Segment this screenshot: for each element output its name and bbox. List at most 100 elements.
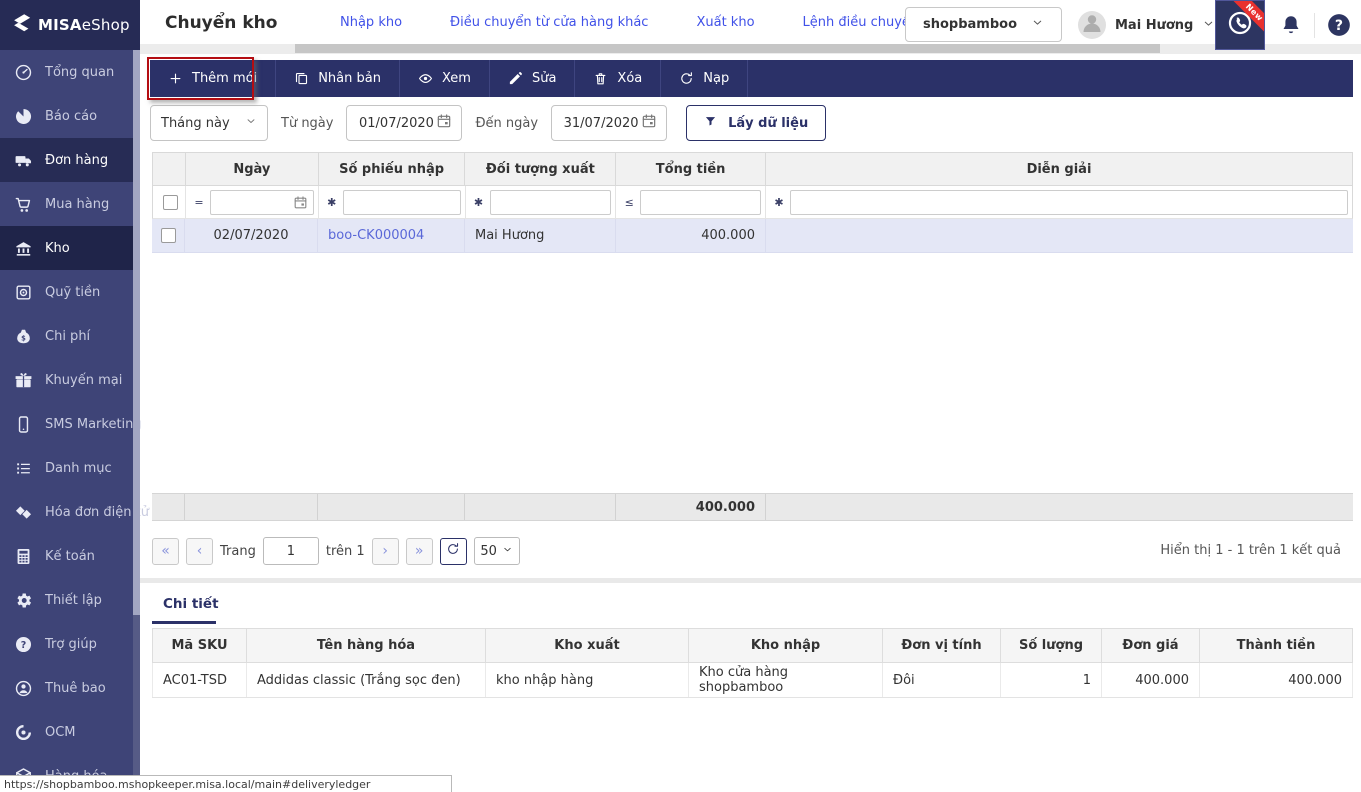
tab-xuat-kho[interactable]: Xuất kho xyxy=(696,15,754,30)
sidebar-scrollbar[interactable] xyxy=(133,50,140,792)
previous-page-button[interactable]: ‹ xyxy=(186,537,213,565)
brand-logo[interactable]: MISAeShop xyxy=(0,0,140,50)
sidebar-item-sms-marketing[interactable]: SMS Marketing xyxy=(0,402,142,446)
tab-nhap-kho[interactable]: Nhập kho xyxy=(340,15,402,30)
row-code: boo-CK000004 xyxy=(318,219,465,252)
pagination: « ‹ Trang 1 trên 1 › » 50 xyxy=(152,537,520,565)
purchase-icon xyxy=(15,197,31,212)
tabs-horizontal-scrollbar[interactable] xyxy=(140,44,1361,54)
first-page-button[interactable]: « xyxy=(152,537,179,565)
filter-input-3[interactable] xyxy=(640,189,762,215)
tab-dieu-chuyen-tu-cua-hang-khac[interactable]: Điều chuyển từ cửa hàng khác xyxy=(450,15,648,30)
avatar[interactable] xyxy=(1078,11,1106,39)
sua-button[interactable]: Sửa xyxy=(490,60,576,97)
sidebar-item-thue-bao[interactable]: Thuê bao xyxy=(0,666,140,710)
summary-cell xyxy=(465,494,616,520)
sidebar-item-quy-tien[interactable]: Quỹ tiền xyxy=(0,270,140,314)
sidebar-item-thiet-lap[interactable]: Thiết lập xyxy=(0,578,140,622)
calendar-icon[interactable] xyxy=(436,113,452,129)
page-number-input[interactable]: 1 xyxy=(262,537,319,565)
last-page-button[interactable]: » xyxy=(405,537,433,565)
calendar-icon[interactable] xyxy=(293,195,308,210)
page-size-select[interactable]: 50 xyxy=(473,537,520,565)
detail-column-header-1[interactable]: Tên hàng hóa xyxy=(247,629,486,662)
filter-operator[interactable]: ✱ xyxy=(327,196,337,209)
notifications-button[interactable] xyxy=(1279,13,1303,41)
chevron-down-icon xyxy=(1202,17,1215,34)
sidebar-item-tong-quan[interactable]: Tổng quan xyxy=(0,50,140,94)
detail-column-header-5[interactable]: Số lượng xyxy=(1001,629,1102,662)
sidebar-item-danh-muc[interactable]: Danh mục xyxy=(0,446,140,490)
filter-input-1[interactable] xyxy=(342,189,461,215)
detail-column-header-0[interactable]: Mã SKU xyxy=(152,629,247,662)
calendar-icon[interactable] xyxy=(436,113,452,133)
tabs-scrollbar-thumb[interactable] xyxy=(295,44,1160,53)
tab-lenh-dieu-chuyen[interactable]: Lệnh điều chuyển xyxy=(803,15,919,30)
xoa-button[interactable]: Xóa xyxy=(575,60,662,97)
column-header-4[interactable]: Diễn giải xyxy=(766,153,1352,185)
voucher-link[interactable]: boo-CK000004 xyxy=(328,228,424,243)
column-header-1[interactable]: Số phiếu nhập xyxy=(319,153,466,185)
filter-operator[interactable]: ✱ xyxy=(774,196,784,209)
ocm-icon xyxy=(15,724,32,740)
detail-column-header-3[interactable]: Kho nhập xyxy=(689,629,883,662)
sidebar-scrollbar-thumb[interactable] xyxy=(133,50,140,615)
nhan-ban-button[interactable]: Nhân bản xyxy=(276,60,400,97)
dashboard-icon xyxy=(15,64,32,80)
orders-table-row[interactable]: 02/07/2020 boo-CK000004 Mai Hương 400.000 xyxy=(152,219,1353,253)
filter-input-0[interactable] xyxy=(209,189,314,215)
detail-column-header-7[interactable]: Thành tiền xyxy=(1200,629,1353,662)
period-select[interactable]: Tháng này xyxy=(150,105,268,141)
sidebar-item-mua-hang[interactable]: Mua hàng xyxy=(0,182,140,226)
filter-operator[interactable]: ≤ xyxy=(624,196,634,209)
filter-cell-1: ✱ xyxy=(319,186,466,218)
select-all-checkbox[interactable] xyxy=(163,194,179,210)
filter-input-4[interactable] xyxy=(790,189,1348,215)
warehouse-icon xyxy=(16,241,31,256)
to-date-input[interactable]: 31/07/2020 xyxy=(551,105,668,141)
sidebar-item-ocm[interactable]: OCM xyxy=(0,710,140,754)
summary-cell xyxy=(185,494,318,520)
user-menu[interactable]: Mai Hương xyxy=(1115,17,1215,34)
sidebar-item-hoa-don-dien-tu[interactable]: Hóa đơn điện tử xyxy=(0,490,149,534)
person-icon xyxy=(1083,15,1101,32)
detail-column-header-2[interactable]: Kho xuất xyxy=(486,629,689,662)
sidebar-item-chi-phi[interactable]: $ Chi phí xyxy=(0,314,140,358)
help-button[interactable]: ? xyxy=(1326,12,1352,42)
them-moi-button[interactable]: Thêm mới xyxy=(150,60,277,97)
calendar-icon[interactable] xyxy=(641,113,657,129)
fetch-data-button[interactable]: Lấy dữ liệu xyxy=(686,105,827,141)
detail-column-header-6[interactable]: Đơn giá xyxy=(1102,629,1200,662)
calendar-icon[interactable] xyxy=(641,113,657,133)
period-select-value: Tháng này xyxy=(161,115,230,131)
column-header-3[interactable]: Tổng tiền xyxy=(616,153,766,185)
orders-table-summary-row: 400.000 xyxy=(152,493,1353,521)
sidebar-item-don-hang[interactable]: Đơn hàng xyxy=(0,138,140,182)
filter-cell-3: ≤ xyxy=(616,186,767,218)
filter-operator[interactable]: = xyxy=(194,196,204,209)
sidebar-item-tro-giup[interactable]: ? Trợ giúp xyxy=(0,622,140,666)
header-divider xyxy=(1314,13,1315,38)
from-date-input[interactable]: 01/07/2020 xyxy=(346,105,463,141)
tab-detail[interactable]: Chi tiết xyxy=(163,596,219,612)
shop-selector-value: shopbamboo xyxy=(922,17,1018,32)
sidebar-item-kho[interactable]: Kho xyxy=(0,226,140,270)
filter-input-2[interactable] xyxy=(489,189,612,215)
detail-table-row: AC01-TSD Addidas classic (Trắng sọc đen) k… xyxy=(152,663,1353,698)
delete-icon xyxy=(595,73,606,85)
next-page-button[interactable]: › xyxy=(371,537,399,565)
refresh-page-button[interactable] xyxy=(439,537,467,565)
nap-button[interactable]: Nạp xyxy=(661,60,749,97)
sidebar-item-khuyen-mai[interactable]: Khuyến mại xyxy=(0,358,140,402)
row-checkbox[interactable] xyxy=(160,228,176,243)
column-header-2[interactable]: Đối tượng xuất xyxy=(465,153,617,185)
sidebar-item-bao-cao[interactable]: Báo cáo xyxy=(0,94,140,138)
filter-operator[interactable]: ✱ xyxy=(474,196,484,209)
support-phone-button[interactable]: New xyxy=(1215,0,1265,50)
to-date-value: 31/07/2020 xyxy=(563,115,639,131)
xem-button[interactable]: Xem xyxy=(400,60,490,97)
sidebar-item-ke-toan[interactable]: Kế toán xyxy=(0,534,140,578)
column-header-0[interactable]: Ngày xyxy=(186,153,319,185)
shop-selector[interactable]: shopbamboo xyxy=(905,7,1062,42)
detail-column-header-4[interactable]: Đơn vị tính xyxy=(883,629,1001,662)
